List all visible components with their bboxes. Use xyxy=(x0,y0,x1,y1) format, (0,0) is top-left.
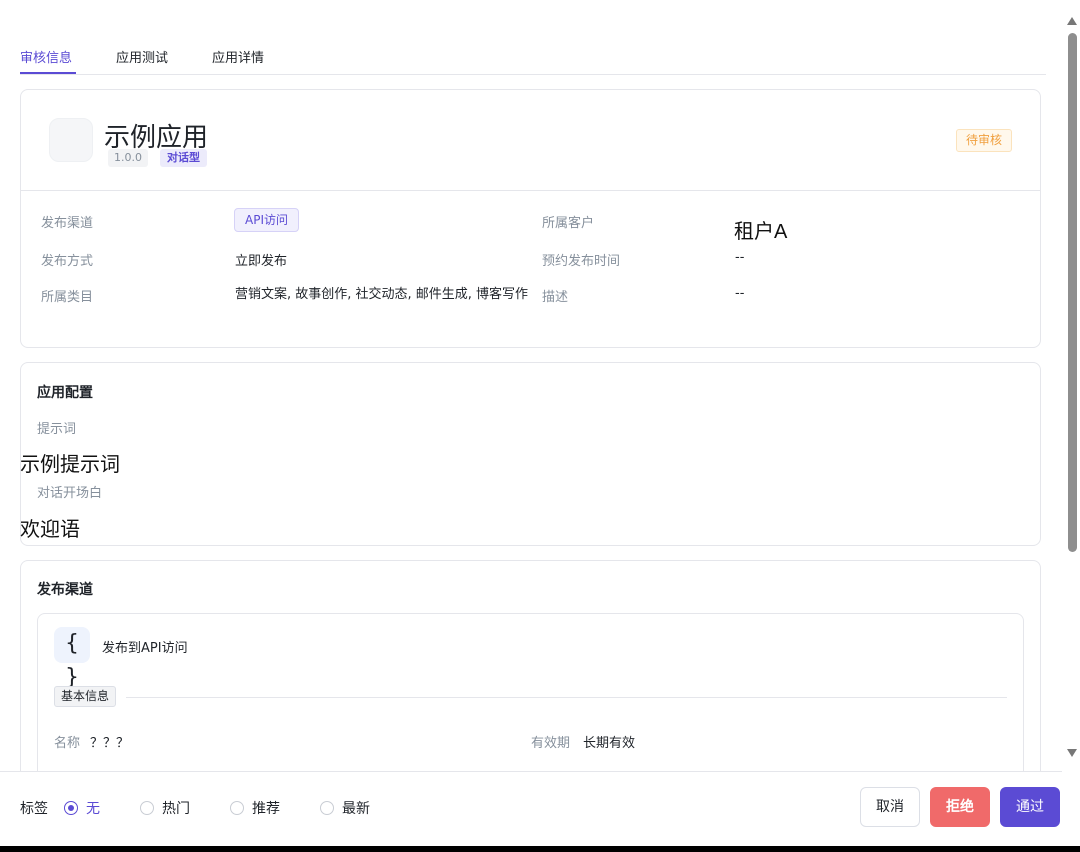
channel-label: 发布渠道 xyxy=(41,216,94,231)
publish-method-value: 立即发布 xyxy=(235,254,288,269)
radio-dot xyxy=(320,801,334,815)
app-type-tag: 对话型 xyxy=(160,149,207,167)
category-value: 营销文案, 故事创作, 社交动态, 邮件生成, 博客写作 xyxy=(235,287,529,302)
basic-info-tag: 基本信息 xyxy=(54,686,117,707)
scrollbar-thumb[interactable] xyxy=(1068,33,1077,552)
app-config-card: 应用配置 提示词 示例提示词 对话开场白 欢迎语 xyxy=(20,362,1041,546)
tag-radio-hot[interactable]: 热门 xyxy=(140,798,190,818)
channel-tag: API访问 xyxy=(234,208,299,232)
approve-button[interactable]: 通过 xyxy=(1000,787,1060,827)
radio-label: 最新 xyxy=(342,801,370,817)
tag-radio-latest[interactable]: 最新 xyxy=(320,798,370,818)
braces-icon: { } xyxy=(54,627,90,690)
window-bottom-edge xyxy=(0,846,1080,852)
validity-value: 长期有效 xyxy=(583,736,636,751)
divider xyxy=(126,697,1007,698)
radio-label: 热门 xyxy=(162,801,190,817)
version-tag: 1.0.0 xyxy=(108,149,148,167)
publish-method-label: 发布方式 xyxy=(41,254,94,269)
scroll-down-arrow-icon[interactable] xyxy=(1067,749,1077,757)
prompt-value: 示例提示词 xyxy=(20,454,120,476)
radio-label: 无 xyxy=(86,801,100,817)
prompt-label: 提示词 xyxy=(37,422,77,437)
reject-button[interactable]: 拒绝 xyxy=(930,787,990,827)
radio-dot xyxy=(230,801,244,815)
divider xyxy=(21,190,1040,191)
active-tab-indicator xyxy=(20,72,76,74)
status-badge: 待审核 xyxy=(955,129,1012,152)
customer-label: 所属客户 xyxy=(542,216,595,231)
schedule-time-value: -- xyxy=(735,250,745,265)
customer-value: 租户A xyxy=(734,221,788,243)
tag-radio-recommended[interactable]: 推荐 xyxy=(230,798,280,818)
cancel-button[interactable]: 取消 xyxy=(860,787,920,827)
section-title: 应用配置 xyxy=(37,385,93,401)
description-value: -- xyxy=(735,286,745,301)
radio-dot xyxy=(140,801,154,815)
opening-label: 对话开场白 xyxy=(37,486,103,501)
scroll-up-arrow-icon[interactable] xyxy=(1067,17,1077,25)
tab-bar: 审核信息 应用测试 应用详情 xyxy=(20,44,1046,75)
tag-radio-none[interactable]: 无 xyxy=(64,798,100,818)
action-footer: 标签 无 热门 推荐 最新 取消 拒绝 通过 xyxy=(0,771,1062,846)
section-title: 发布渠道 xyxy=(37,582,93,598)
description-label: 描述 xyxy=(542,290,569,305)
category-label: 所属类目 xyxy=(41,290,94,305)
opening-value: 欢迎语 xyxy=(20,519,80,541)
app-info-card: 示例应用 1.0.0 对话型 待审核 发布渠道 API访问 所属客户 租户A 发… xyxy=(20,89,1041,348)
radio-label: 推荐 xyxy=(252,801,280,817)
tab-app-test[interactable]: 应用测试 xyxy=(116,47,168,66)
app-icon xyxy=(49,118,93,162)
tags-label: 标签 xyxy=(20,801,48,817)
name-value: ？？？ xyxy=(90,736,130,751)
radio-dot xyxy=(64,801,78,815)
validity-label: 有效期 xyxy=(531,736,571,751)
publish-channel-card: 发布渠道 { } 发布到API访问 基本信息 名称 ？？？ 有效期 长期有效 xyxy=(20,560,1041,813)
tab-app-details[interactable]: 应用详情 xyxy=(212,47,264,66)
api-channel-title: 发布到API访问 xyxy=(102,641,188,656)
name-label: 名称 xyxy=(54,736,81,751)
tab-review-info[interactable]: 审核信息 xyxy=(20,47,72,66)
schedule-time-label: 预约发布时间 xyxy=(542,254,621,269)
